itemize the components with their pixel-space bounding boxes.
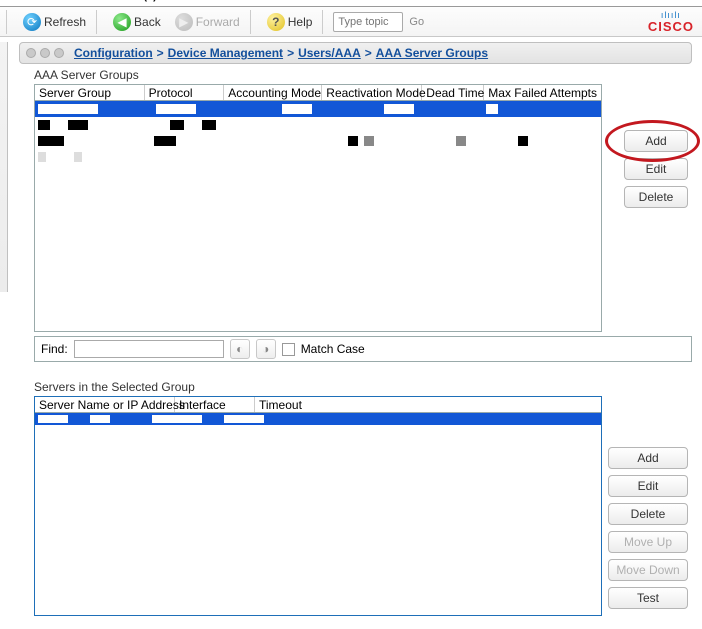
edit-button[interactable]: Edit xyxy=(624,158,688,180)
col-dead-time[interactable]: Dead Time xyxy=(422,85,484,100)
col-max-failed[interactable]: Max Failed Attempts xyxy=(484,85,601,100)
cisco-logo: ılıılı CISCO xyxy=(648,11,698,33)
forward-icon: ▶ xyxy=(175,13,193,31)
find-input[interactable] xyxy=(74,340,224,358)
find-label: Find: xyxy=(41,342,68,356)
window-controls[interactable] xyxy=(26,48,64,58)
servers-table[interactable]: Server Name or IP Address Interface Time… xyxy=(34,396,602,616)
cisco-word: CISCO xyxy=(648,20,694,33)
breadcrumb: Configuration > Device Management > User… xyxy=(19,42,692,64)
match-case-label: Match Case xyxy=(301,342,365,356)
back-label: Back xyxy=(134,15,161,29)
crumb-configuration[interactable]: Configuration xyxy=(74,46,153,60)
go-button[interactable]: Go xyxy=(409,16,424,28)
refresh-button[interactable]: ⟳ Refresh xyxy=(17,10,92,34)
servers-headers: Server Name or IP Address Interface Time… xyxy=(35,397,601,413)
help-button[interactable]: ? Help xyxy=(261,10,319,34)
forward-button: ▶ Forward xyxy=(169,10,246,34)
add-button[interactable]: Add xyxy=(624,130,688,152)
crumb-users-aaa[interactable]: Users/AAA xyxy=(298,46,361,60)
test-button[interactable]: Test xyxy=(608,587,688,609)
move-down-button[interactable]: Move Down xyxy=(608,559,688,581)
col-timeout[interactable]: Timeout xyxy=(255,397,601,412)
col-acct-mode[interactable]: Accounting Mode xyxy=(224,85,322,100)
move-up-button[interactable]: Move Up xyxy=(608,531,688,553)
table-row[interactable] xyxy=(35,117,601,133)
crumb-aaa-server-groups[interactable]: AAA Server Groups xyxy=(376,46,488,60)
refresh-label: Refresh xyxy=(44,15,86,29)
servers-buttons: Add Edit Delete Move Up Move Down Test xyxy=(608,447,688,609)
servers-title: Servers in the Selected Group xyxy=(34,380,702,394)
add-server-button[interactable]: Add xyxy=(608,447,688,469)
col-interface[interactable]: Interface xyxy=(175,397,255,412)
refresh-icon: ⟳ xyxy=(23,13,41,31)
table-row[interactable] xyxy=(35,133,601,149)
back-icon: ◀ xyxy=(113,13,131,31)
toolbar: ⟳ Refresh ◀ Back ▶ Forward ? Help Go ılı… xyxy=(0,7,702,37)
find-prev-icon[interactable]: ◐ xyxy=(230,339,250,359)
groups-table[interactable]: Server Group Protocol Accounting Mode Re… xyxy=(34,84,602,332)
groups-buttons: Add Edit Delete xyxy=(624,130,688,208)
find-next-icon[interactable]: ◑ xyxy=(256,339,276,359)
delete-button[interactable]: Delete xyxy=(624,186,688,208)
table-row[interactable] xyxy=(35,149,601,165)
groups-headers: Server Group Protocol Accounting Mode Re… xyxy=(35,85,601,101)
groups-title: AAA Server Groups xyxy=(34,68,702,82)
col-protocol[interactable]: Protocol xyxy=(145,85,225,100)
table-row[interactable] xyxy=(35,413,601,425)
delete-server-button[interactable]: Delete xyxy=(608,503,688,525)
col-server-group[interactable]: Server Group xyxy=(35,85,145,100)
left-pane-edge xyxy=(0,42,8,292)
match-case-checkbox[interactable] xyxy=(282,343,295,356)
crumb-device-management[interactable]: Device Management xyxy=(168,46,283,60)
back-button[interactable]: ◀ Back xyxy=(107,10,167,34)
help-icon: ? xyxy=(267,13,285,31)
help-label: Help xyxy=(288,15,313,29)
forward-label: Forward xyxy=(196,15,240,29)
col-react-mode[interactable]: Reactivation Mode xyxy=(322,85,422,100)
find-bar: Find: ◐ ◑ Match Case xyxy=(34,336,692,362)
col-server-name[interactable]: Server Name or IP Address xyxy=(35,397,175,412)
search-input[interactable] xyxy=(333,12,403,32)
edit-server-button[interactable]: Edit xyxy=(608,475,688,497)
window-title: Cisco ASDM 7.1(4) for ASA - 10.x.x.x xyxy=(60,0,250,2)
table-row[interactable] xyxy=(35,101,601,117)
